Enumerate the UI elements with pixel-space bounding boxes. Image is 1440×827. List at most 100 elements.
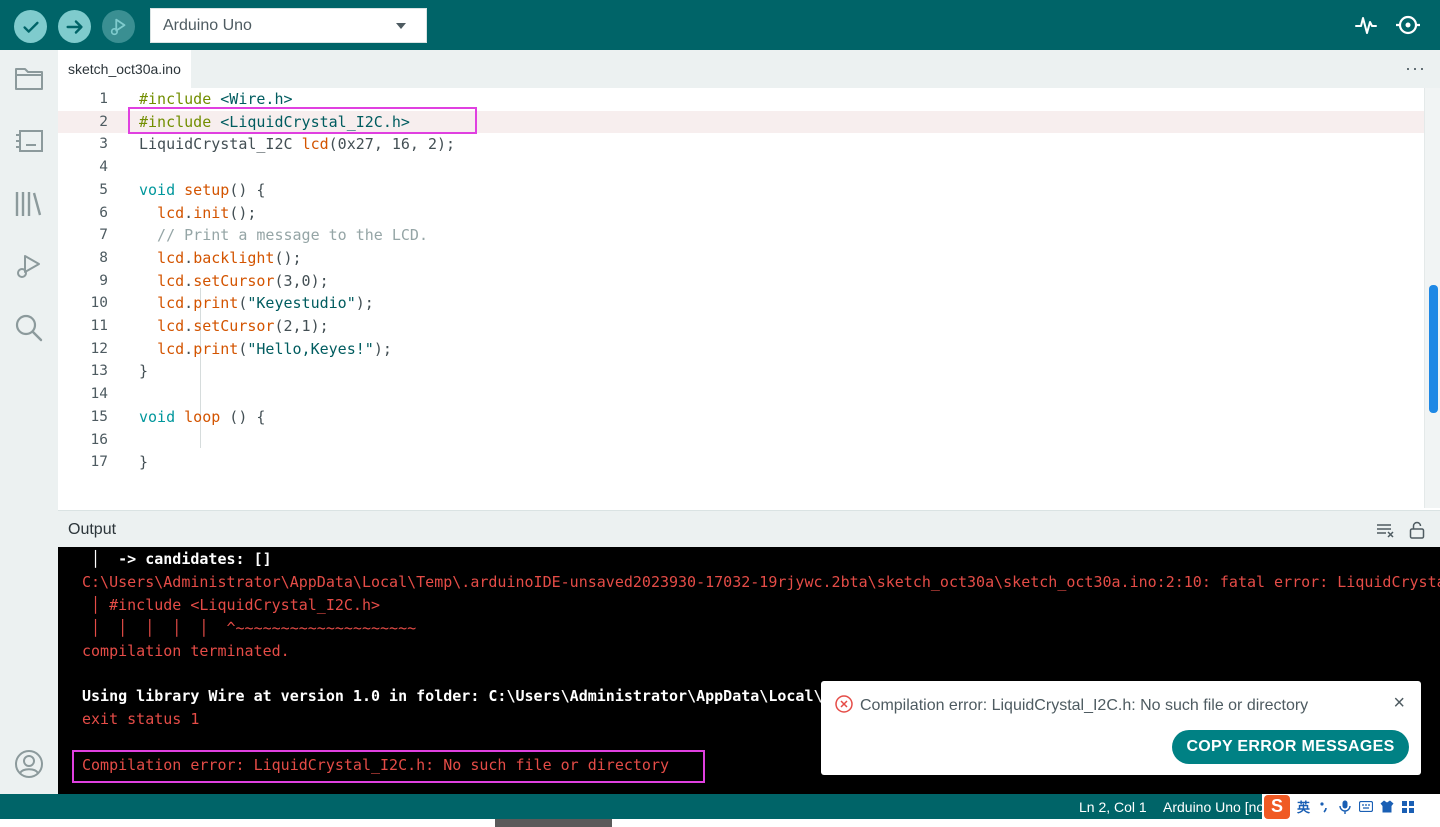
serial-plotter-icon — [1355, 17, 1377, 34]
code-line[interactable]: 14 — [58, 383, 1424, 405]
clear-list-icon — [1377, 524, 1394, 538]
library-manager-button[interactable] — [13, 187, 45, 219]
tab-sketch[interactable]: sketch_oct30a.ino — [58, 50, 191, 88]
board-selector-label: Arduino Uno — [163, 16, 252, 34]
annotation-box-error — [72, 750, 705, 783]
code-line[interactable]: 15 void loop () { — [58, 406, 1424, 428]
code-line[interactable]: 12 lcd.print("Hello,Keyes!"); — [58, 338, 1424, 360]
code-line[interactable]: 6 lcd.init(); — [58, 202, 1424, 224]
search-button[interactable] — [13, 312, 45, 344]
check-icon — [22, 21, 39, 33]
debug-icon — [110, 18, 125, 35]
console-line: │ #include <LiquidCrystal_I2C.h> — [82, 596, 381, 614]
line-number: 9 — [99, 272, 108, 289]
debug-button[interactable] — [102, 10, 135, 43]
code-text: // Print a message to the LCD. — [139, 226, 428, 245]
code-line[interactable]: 10 lcd.print("Keyestudio"); — [58, 292, 1424, 314]
board-selector[interactable]: Arduino Uno — [150, 8, 427, 43]
console-line: C:\Users\Administrator\AppData\Local\Tem… — [82, 573, 1440, 591]
code-text: } — [139, 362, 149, 381]
line-number: 3 — [99, 136, 108, 153]
ime-language[interactable]: 英 — [1297, 797, 1310, 816]
copy-error-messages-button[interactable]: COPY ERROR MESSAGES — [1172, 730, 1409, 764]
code-text: lcd.print("Keyestudio"); — [157, 294, 374, 313]
unlock-icon — [1409, 521, 1425, 539]
serial-plotter-button[interactable] — [1353, 12, 1379, 38]
more-options-icon[interactable]: ··· — [1405, 58, 1426, 79]
library-icon — [15, 192, 42, 216]
line-number: 16 — [90, 431, 108, 448]
close-icon[interactable]: × — [1393, 693, 1405, 713]
scroll-lock-button[interactable] — [1408, 521, 1426, 539]
status-bar: Ln 2, Col 1 Arduino Uno [not connected] … — [0, 794, 1440, 819]
line-number: 5 — [99, 181, 108, 198]
line-number: 12 — [90, 340, 108, 357]
code-line[interactable]: 13} — [58, 360, 1424, 382]
boards-manager-button[interactable] — [13, 125, 45, 157]
debug-panel-button[interactable] — [13, 250, 45, 282]
line-number: 2 — [99, 113, 108, 130]
line-number: 8 — [99, 249, 108, 266]
ime-logo-icon[interactable]: S — [1264, 794, 1290, 819]
error-icon — [835, 695, 853, 713]
code-text: lcd.print("Hello,Keyes!"); — [157, 339, 392, 358]
code-line[interactable]: 4 — [58, 156, 1424, 178]
line-number: 1 — [99, 91, 108, 107]
tab-label: sketch_oct30a.ino — [68, 61, 181, 77]
code-text: #include <Wire.h> — [139, 90, 293, 108]
code-line[interactable]: 3 LiquidCrystal_I2C lcd(0x27, 16, 2); — [58, 133, 1424, 155]
line-number: 15 — [90, 408, 108, 425]
annotation-box-include — [128, 107, 477, 134]
folder-icon — [15, 68, 43, 90]
serial-monitor-button[interactable] — [1395, 12, 1421, 38]
line-number: 17 — [90, 454, 108, 471]
code-text: LiquidCrystal_I2C lcd(0x27, 16, 2); — [139, 135, 456, 154]
console-line: │ -> candidates: [] — [82, 550, 272, 568]
skin-icon[interactable] — [1380, 800, 1394, 814]
editor-tabbar: sketch_oct30a.ino ··· — [58, 50, 1440, 88]
keyboard-icon[interactable] — [1359, 800, 1374, 814]
output-header: Output — [58, 510, 1440, 547]
code-line[interactable]: 7 // Print a message to the LCD. — [58, 224, 1424, 246]
code-text: } — [139, 453, 149, 472]
activity-bar — [0, 50, 58, 794]
microphone-icon[interactable] — [1338, 800, 1352, 814]
code-text: lcd.backlight(); — [157, 248, 302, 267]
arrow-right-icon — [65, 19, 83, 34]
code-text: lcd.setCursor(2,1); — [157, 317, 329, 335]
notification-message: Compilation error: LiquidCrystal_I2C.h: … — [860, 697, 1309, 714]
profile-button[interactable] — [13, 748, 45, 780]
taskbar-strip — [0, 819, 1440, 827]
sketchbook-button[interactable] — [13, 62, 45, 94]
punctuation-icon[interactable] — [1317, 800, 1331, 814]
code-text: lcd.init(); — [157, 203, 257, 222]
console-line: compilation terminated. — [82, 642, 290, 660]
verify-button[interactable] — [14, 10, 47, 43]
code-line[interactable]: 17} — [58, 451, 1424, 473]
code-line[interactable]: 8 lcd.backlight(); — [58, 247, 1424, 269]
toolbar: Arduino Uno — [0, 0, 1440, 50]
code-line[interactable]: 11 lcd.setCursor(2,1); — [58, 315, 1424, 337]
code-line[interactable]: 9 lcd.setCursor(3,0); — [58, 270, 1424, 292]
editor-scrollbar-thumb[interactable] — [1429, 285, 1438, 413]
taskbar-item — [495, 819, 612, 827]
output-title: Output — [68, 521, 117, 538]
line-number: 14 — [90, 386, 108, 403]
upload-button[interactable] — [58, 10, 91, 43]
code-line[interactable]: 5 void setup() { — [58, 179, 1424, 201]
line-number: 10 — [90, 295, 108, 312]
line-number: 13 — [90, 363, 108, 380]
code-text: void setup() { — [139, 180, 266, 199]
chevron-down-icon — [396, 23, 406, 29]
board-manager-icon — [16, 130, 43, 152]
code-editor[interactable]: 1 #include <Wire.h> 2 #include <LiquidCryst… — [58, 88, 1440, 508]
code-text: void loop () { — [139, 407, 266, 426]
cursor-position[interactable]: Ln 2, Col 1 — [1079, 799, 1147, 815]
menu-grid-icon[interactable] — [1401, 800, 1415, 814]
clear-output-button[interactable] — [1376, 521, 1394, 539]
code-text: lcd.setCursor(3,0); — [157, 271, 329, 290]
code-line[interactable]: 16 — [58, 429, 1424, 451]
console-line: │ │ │ │ │ ^~~~~~~~~~~~~~~~~~~~~ — [82, 619, 417, 637]
line-number: 4 — [99, 159, 108, 176]
line-number: 6 — [99, 204, 108, 221]
